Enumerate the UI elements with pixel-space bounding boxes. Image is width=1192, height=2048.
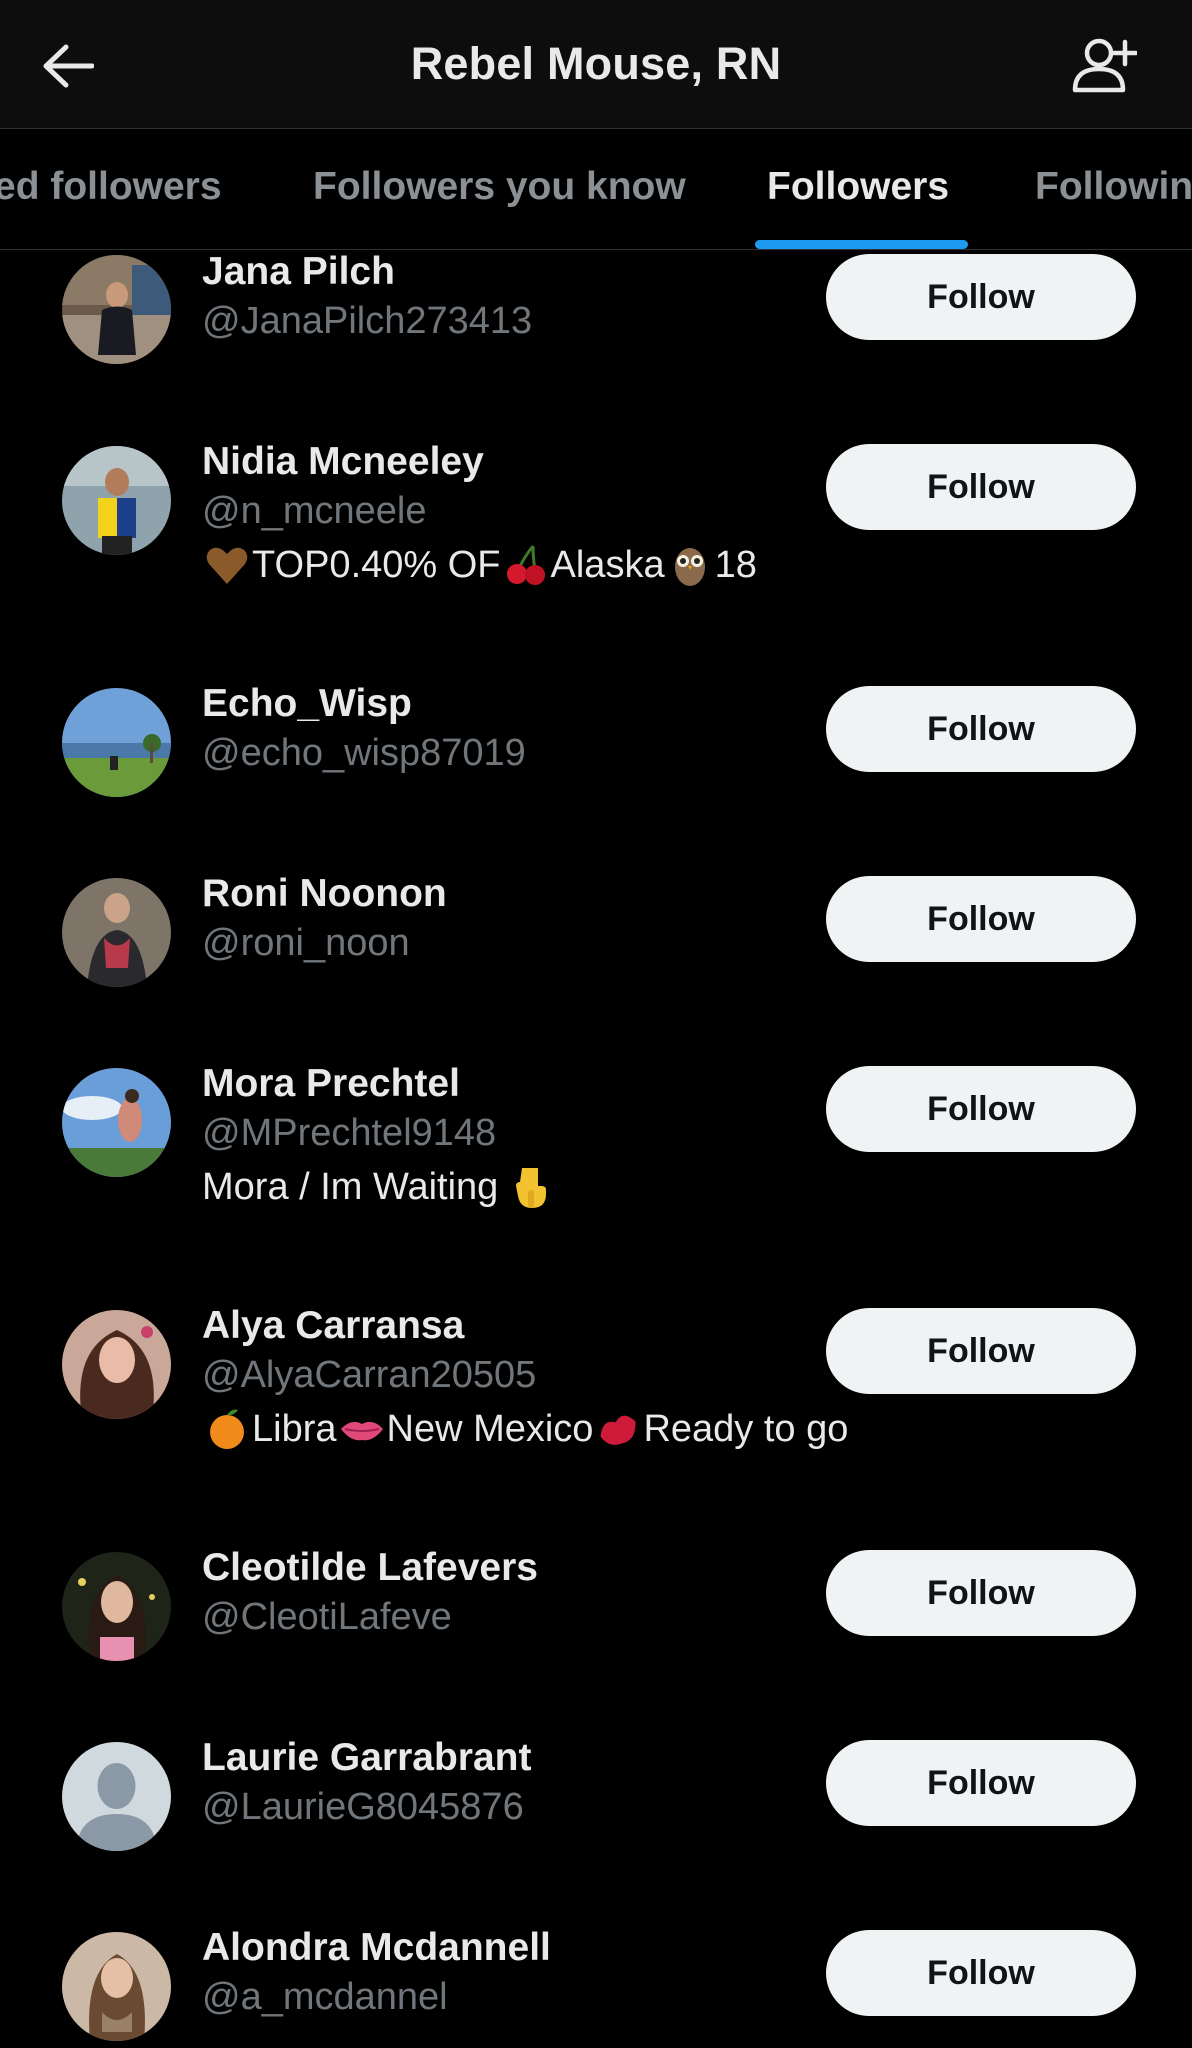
user-name[interactable]: Nidia Mcneeley bbox=[202, 440, 484, 484]
list-item[interactable]: Alya Carransa @AlyaCarran20505 Libra New… bbox=[0, 1304, 1192, 1546]
tab-followers-you-know[interactable]: Followers you know bbox=[313, 165, 686, 209]
user-handle: @echo_wisp87019 bbox=[202, 732, 526, 774]
follow-button[interactable]: Follow bbox=[826, 1066, 1136, 1152]
list-item[interactable]: Alondra Mcdannell @a_mcdannel Follow bbox=[0, 1926, 1192, 2048]
list-item[interactable]: Mora Prechtel @MPrechtel9148 Mora / Im W… bbox=[0, 1062, 1192, 1304]
user-handle: @LaurieG8045876 bbox=[202, 1786, 524, 1828]
active-tab-indicator bbox=[755, 240, 968, 249]
avatar[interactable] bbox=[62, 1068, 171, 1177]
follow-button[interactable]: Follow bbox=[826, 876, 1136, 962]
list-item[interactable]: Nidia Mcneeley @n_mcneele TOP0.40% OF Al… bbox=[0, 440, 1192, 682]
top-bar: Rebel Mouse, RN bbox=[0, 0, 1192, 129]
bio-text: Ready to go bbox=[643, 1407, 849, 1450]
list-item[interactable]: Roni Noonon @roni_noon Follow bbox=[0, 872, 1192, 1062]
user-name[interactable]: Laurie Garrabrant bbox=[202, 1736, 531, 1780]
list-item[interactable]: Cleotilde Lafevers @CleotiLafeve Follow bbox=[0, 1546, 1192, 1736]
user-handle: @n_mcneele bbox=[202, 490, 427, 532]
avatar[interactable] bbox=[62, 688, 171, 797]
user-bio: Mora / Im Waiting bbox=[202, 1164, 556, 1210]
tab-verified-followers[interactable]: ed followers bbox=[0, 165, 222, 209]
lips-icon bbox=[340, 1421, 383, 1441]
user-name[interactable]: Alondra Mcdannell bbox=[202, 1926, 551, 1970]
follow-button[interactable]: Follow bbox=[826, 1930, 1136, 2016]
user-handle: @CleotiLafeve bbox=[202, 1596, 452, 1638]
user-name[interactable]: Echo_Wisp bbox=[202, 682, 412, 726]
follow-button[interactable]: Follow bbox=[826, 444, 1136, 530]
user-name[interactable]: Jana Pilch bbox=[202, 250, 395, 294]
avatar[interactable] bbox=[62, 446, 171, 555]
follow-button[interactable]: Follow bbox=[826, 686, 1136, 772]
bio-text: TOP0.40% OF bbox=[252, 543, 501, 586]
follow-button[interactable]: Follow bbox=[826, 1550, 1136, 1636]
user-name[interactable]: Cleotilde Lafevers bbox=[202, 1546, 538, 1590]
user-bio: Libra New Mexico Ready to go bbox=[202, 1406, 848, 1452]
follow-button[interactable]: Follow bbox=[826, 1308, 1136, 1394]
user-handle: @roni_noon bbox=[202, 922, 410, 964]
kiss-mark-icon bbox=[600, 1415, 636, 1445]
tab-bar: ed followers Followers you know Follower… bbox=[0, 129, 1192, 250]
brown-heart-icon bbox=[206, 547, 248, 584]
avatar[interactable] bbox=[62, 255, 171, 364]
bio-text: Libra bbox=[252, 1407, 337, 1450]
bio-text: 18 bbox=[714, 543, 757, 586]
avatar[interactable] bbox=[62, 1742, 171, 1851]
user-name[interactable]: Mora Prechtel bbox=[202, 1062, 460, 1106]
user-name[interactable]: Roni Noonon bbox=[202, 872, 447, 916]
avatar[interactable] bbox=[62, 1310, 171, 1419]
avatar[interactable] bbox=[62, 1932, 171, 2041]
list-item[interactable]: Jana Pilch @JanaPilch273413 Follow bbox=[0, 250, 1192, 440]
tab-followers[interactable]: Followers bbox=[767, 165, 949, 209]
pointing-down-icon bbox=[516, 1168, 547, 1208]
list-item[interactable]: Laurie Garrabrant @LaurieG8045876 Follow bbox=[0, 1736, 1192, 1926]
followers-list: Jana Pilch @JanaPilch273413 Follow Nidia… bbox=[0, 250, 1192, 2048]
user-handle: @AlyaCarran20505 bbox=[202, 1354, 537, 1396]
page-title: Rebel Mouse, RN bbox=[410, 38, 782, 89]
follow-button[interactable]: Follow bbox=[826, 1740, 1136, 1826]
avatar[interactable] bbox=[62, 878, 171, 987]
owl-icon bbox=[674, 548, 705, 586]
person-add-icon bbox=[1072, 38, 1137, 93]
follow-button[interactable]: Follow bbox=[826, 254, 1136, 340]
tab-following[interactable]: Followin bbox=[1035, 165, 1192, 209]
bio-text: Mora / Im Waiting bbox=[202, 1165, 499, 1208]
default-avatar-icon bbox=[62, 1742, 171, 1851]
cherries-icon bbox=[506, 545, 545, 585]
user-handle: @MPrechtel9148 bbox=[202, 1112, 497, 1154]
list-item[interactable]: Echo_Wisp @echo_wisp87019 Follow bbox=[0, 682, 1192, 872]
add-user-button[interactable] bbox=[1068, 32, 1140, 98]
bio-text: Alaska bbox=[550, 543, 665, 586]
user-bio: TOP0.40% OF Alaska 18 bbox=[202, 542, 757, 588]
orange-icon bbox=[210, 1409, 244, 1449]
avatar[interactable] bbox=[62, 1552, 171, 1661]
user-name[interactable]: Alya Carransa bbox=[202, 1304, 464, 1348]
user-handle: @JanaPilch273413 bbox=[202, 300, 533, 342]
user-handle: @a_mcdannel bbox=[202, 1976, 448, 2018]
bio-text: New Mexico bbox=[386, 1407, 594, 1450]
